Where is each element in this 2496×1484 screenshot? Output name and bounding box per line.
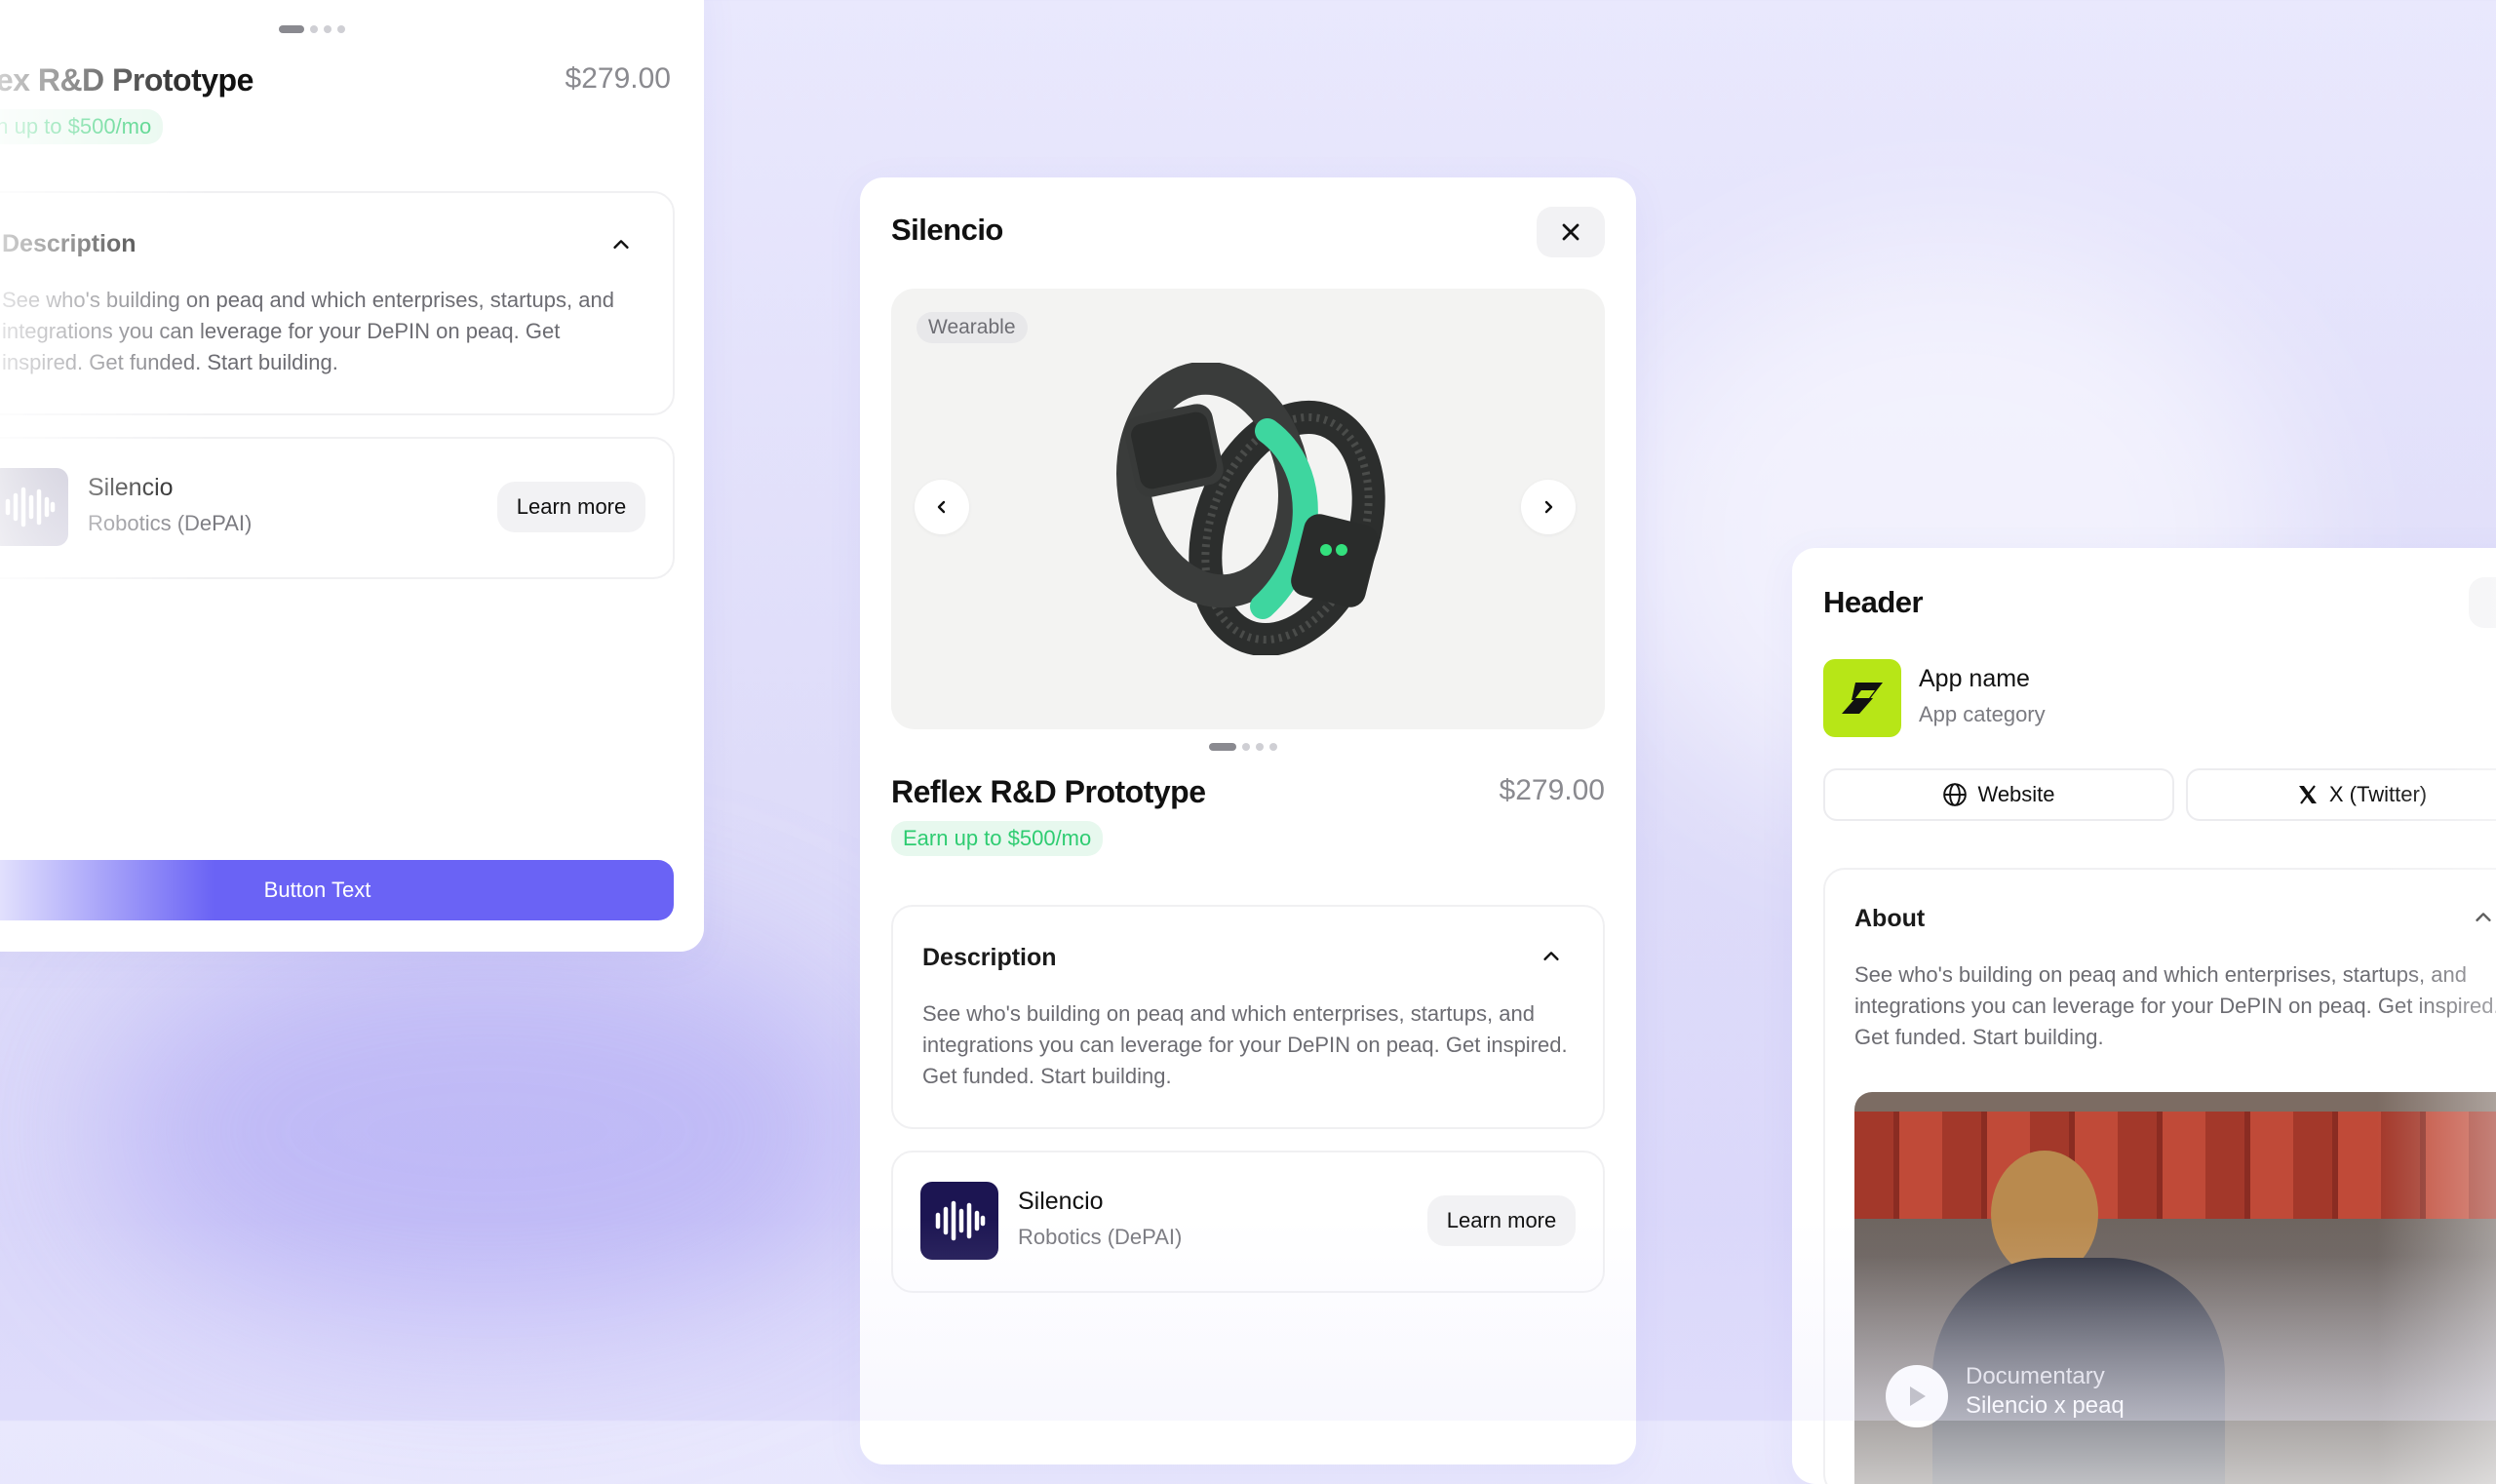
description-text: See who's building on peaq and which ent… <box>2 288 614 374</box>
website-label: Website <box>1977 782 2055 806</box>
carousel-dots <box>1209 743 1277 751</box>
carousel-dot[interactable] <box>337 25 345 33</box>
carousel-dot[interactable] <box>1269 743 1277 751</box>
product-price: $279.00 <box>565 62 671 95</box>
primary-button[interactable]: Button Text <box>0 860 674 920</box>
video-kicker: Documentary <box>1966 1363 2105 1389</box>
earn-badge: Earn up to $500/mo <box>891 821 1104 856</box>
app-detail-card: Header App name App category Website X (… <box>1792 548 2496 1484</box>
category-tag: Wearable <box>916 312 1028 343</box>
about-panel: About See who's building on peaq and whi… <box>1823 868 2496 1484</box>
background-glow <box>98 926 878 1336</box>
modal-title: Silencio <box>891 213 1003 247</box>
chevron-right-icon <box>1544 500 1553 514</box>
app-category: Robotics (DePAI) <box>1018 1225 1183 1249</box>
website-button[interactable]: Website <box>1823 768 2174 821</box>
carousel-dot-active[interactable] <box>1209 743 1236 751</box>
globe-icon <box>1943 783 1968 806</box>
chevron-left-icon <box>937 500 946 514</box>
product-price: $279.00 <box>1499 774 1605 806</box>
app-icon <box>920 1182 998 1260</box>
close-button[interactable] <box>2469 577 2496 628</box>
x-logo-icon <box>2298 785 2317 804</box>
play-button[interactable] <box>1886 1365 1948 1427</box>
description-text: See who's building on peaq and which ent… <box>922 1001 1568 1088</box>
carousel-dot-active[interactable] <box>279 25 304 33</box>
description-panel: Description See who's building on peaq a… <box>891 905 1605 1129</box>
earn-badge: Earn up to $500/mo <box>0 109 164 144</box>
twitter-label: X (Twitter) <box>2328 782 2428 806</box>
description-title: Description <box>2 230 136 257</box>
app-name: Silencio <box>1018 1188 1104 1215</box>
app-category: Robotics (DePAI) <box>88 511 253 535</box>
description-title: Description <box>922 944 1057 971</box>
learn-more-button[interactable]: Learn more <box>497 482 645 532</box>
carousel-dot[interactable] <box>310 25 318 33</box>
product-title: eflex R&D Prototype <box>0 62 254 98</box>
video-title: Silencio x peaq <box>1966 1392 2125 1419</box>
learn-more-button[interactable]: Learn more <box>1427 1195 1576 1246</box>
close-button[interactable] <box>1537 207 1605 257</box>
app-category: App category <box>1919 702 2046 726</box>
carousel-prev-button[interactable] <box>915 480 969 534</box>
about-title: About <box>1854 905 1926 932</box>
app-panel: Silencio Robotics (DePAI) Learn more <box>0 437 675 579</box>
product-image-carousel: Wearable <box>891 289 1605 729</box>
description-panel: Description See who's building on peaq a… <box>0 191 675 415</box>
carousel-dot[interactable] <box>324 25 332 33</box>
app-logo-icon <box>1842 683 1883 714</box>
chevron-up-icon[interactable] <box>610 234 632 255</box>
left-product-card: eflex R&D Prototype $279.00 Earn up to $… <box>0 0 704 952</box>
app-panel: Silencio Robotics (DePAI) Learn more <box>891 1151 1605 1293</box>
carousel-dots <box>279 25 345 33</box>
app-name: Silencio <box>88 474 174 501</box>
wearable-product-image <box>1116 363 1385 655</box>
card-header: Header <box>1823 585 1924 619</box>
carousel-next-button[interactable] <box>1521 480 1576 534</box>
chevron-up-icon[interactable] <box>2473 907 2494 928</box>
product-title: Reflex R&D Prototype <box>891 774 1206 809</box>
carousel-dot[interactable] <box>1256 743 1264 751</box>
product-modal: Silencio Wearable Reflex R&D Prototype $ <box>860 177 1636 1464</box>
app-icon <box>0 468 68 546</box>
video-thumbnail[interactable]: Documentary Silencio x peaq <box>1854 1092 2496 1484</box>
carousel-dot[interactable] <box>1242 743 1250 751</box>
soundwave-icon <box>935 1200 986 1241</box>
app-icon <box>1823 659 1901 737</box>
twitter-button[interactable]: X (Twitter) <box>2186 768 2496 821</box>
chevron-up-icon[interactable] <box>1540 946 1562 967</box>
about-text: See who's building on peaq and which ent… <box>1854 962 2496 1049</box>
app-name: App name <box>1919 665 2030 692</box>
close-icon <box>1562 223 1580 241</box>
play-icon <box>1910 1386 1926 1406</box>
video-overlay <box>1854 1092 2496 1484</box>
soundwave-icon <box>5 487 56 527</box>
